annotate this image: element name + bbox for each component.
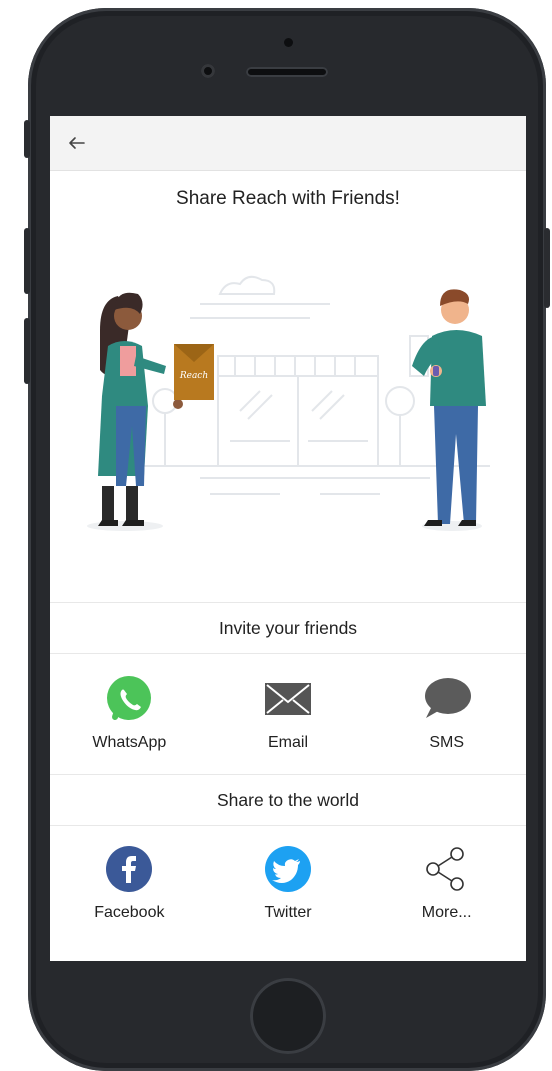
email-option[interactable]: Email [209, 674, 368, 752]
home-button[interactable] [250, 978, 326, 1054]
chat-bubble-icon [422, 674, 472, 724]
sms-label: SMS [429, 734, 465, 751]
twitter-option[interactable]: Twitter [209, 844, 368, 922]
more-option[interactable]: More... [367, 844, 526, 922]
mute-switch [24, 120, 30, 158]
more-label: More... [421, 904, 472, 921]
email-label: Email [268, 734, 309, 751]
whatsapp-label: WhatsApp [92, 734, 167, 751]
world-section-header: Share to the world [50, 774, 526, 826]
volume-up-button [24, 228, 30, 294]
page-title: Share Reach with Friends! [176, 188, 400, 209]
invite-options: WhatsApp Email SMS [50, 674, 526, 752]
whatsapp-option[interactable]: WhatsApp [50, 674, 209, 752]
friends-sharing-illustration: Reach [87, 275, 490, 531]
facebook-icon [104, 844, 154, 894]
invite-section-header: Invite your friends [50, 602, 526, 654]
facebook-option[interactable]: Facebook [50, 844, 209, 922]
facebook-label: Facebook [94, 904, 165, 921]
volume-down-button [24, 318, 30, 384]
whatsapp-icon [104, 674, 154, 724]
front-camera [201, 64, 215, 78]
power-button [544, 228, 550, 308]
invite-section-label: Invite your friends [218, 618, 358, 638]
svg-text:Reach: Reach [179, 371, 208, 381]
twitter-label: Twitter [264, 904, 312, 921]
sms-option[interactable]: SMS [367, 674, 526, 752]
world-section-label: Share to the world [216, 790, 360, 810]
earpiece-speaker [246, 67, 328, 77]
man-figure [412, 289, 486, 531]
proximity-sensor [284, 38, 293, 47]
app-bar [50, 116, 526, 171]
back-button[interactable] [64, 130, 90, 156]
world-options: Facebook Twitter More... [50, 844, 526, 922]
back-arrow-icon [69, 137, 85, 149]
twitter-icon [263, 844, 313, 894]
share-screen: Share Reach with Friends! Reach Invite y… [50, 116, 526, 961]
envelope-icon [263, 674, 313, 724]
reach-envelope: Reach [174, 344, 214, 400]
share-icon [422, 844, 472, 894]
